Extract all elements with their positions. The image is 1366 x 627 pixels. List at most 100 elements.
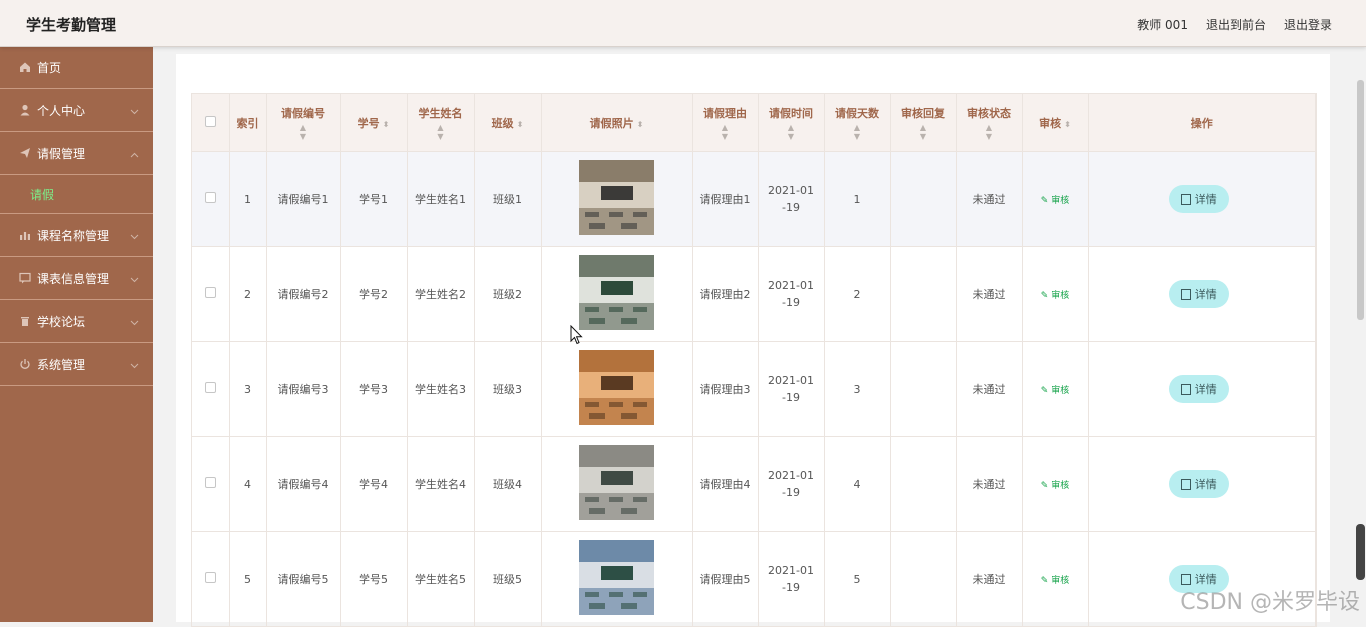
- sort-icon[interactable]: ▲ ▼: [761, 123, 822, 141]
- cell-time: 2021-01-19: [758, 151, 825, 247]
- sidebar-item-profile[interactable]: 个人中心: [0, 89, 153, 132]
- sort-icon[interactable]: ▲ ▼: [410, 123, 472, 141]
- main-panel: 索引 请假编号 ▲ ▼ 学号 ⬍ 学生姓名 ▲ ▼ 班级 ⬍ 请假照片 ⬍ 请假理由 ▲ ▼ 请假…: [176, 54, 1330, 627]
- cell-time-text: 2021-01-19: [768, 469, 814, 499]
- review-link[interactable]: ✎ 审核: [1041, 291, 1069, 301]
- review-link[interactable]: ✎ 审核: [1041, 576, 1069, 586]
- cell-leave-no: 请假编号5: [266, 531, 341, 626]
- cell-days: 3: [824, 341, 891, 437]
- message-icon: [18, 272, 31, 285]
- leave-photo-image: [579, 350, 654, 425]
- edit-icon: ✎: [1040, 195, 1052, 206]
- sidebar-item-leave-management[interactable]: 请假管理: [0, 132, 153, 175]
- cell-review: ✎ 审核: [1022, 151, 1089, 247]
- sidebar-item-home[interactable]: 首页: [0, 46, 153, 89]
- column-header-class[interactable]: 班级 ⬍: [474, 94, 542, 152]
- sort-icon[interactable]: ▲ ▼: [695, 123, 756, 141]
- chevron-up-icon: [130, 147, 139, 161]
- column-header-reply[interactable]: 审核回复 ▲ ▼: [890, 94, 957, 152]
- row-checkbox[interactable]: [204, 572, 216, 583]
- row-select-cell: [192, 341, 230, 437]
- sidebar-item-schedule-info[interactable]: 课表信息管理: [0, 257, 153, 300]
- review-link-label: 审核: [1051, 480, 1070, 491]
- cell-student-no: 学号3: [340, 341, 408, 437]
- cell-time-text: 2021-01-19: [768, 564, 814, 594]
- detail-button[interactable]: 详情: [1168, 375, 1229, 403]
- column-header-ops: 操作: [1088, 94, 1316, 152]
- sort-icon[interactable]: ▲ ▼: [959, 123, 1020, 141]
- row-checkbox[interactable]: [204, 192, 216, 203]
- select-all-checkbox[interactable]: [204, 115, 216, 127]
- detail-button[interactable]: 详情: [1168, 470, 1229, 498]
- current-user-label[interactable]: 教师 001: [1137, 16, 1188, 33]
- watermark: CSDN @米罗毕设: [1180, 590, 1360, 615]
- review-link[interactable]: ✎ 审核: [1041, 481, 1069, 491]
- cell-time: 2021-01-19: [758, 531, 825, 626]
- column-header-reason[interactable]: 请假理由 ▲ ▼: [692, 94, 759, 152]
- row-checkbox[interactable]: [204, 382, 216, 393]
- column-header-days[interactable]: 请假天数 ▲ ▼: [824, 94, 891, 152]
- sort-icon[interactable]: ▲ ▼: [893, 123, 954, 141]
- vertical-scrollbar[interactable]: [1356, 50, 1365, 610]
- sort-icon[interactable]: ⬍: [517, 120, 524, 129]
- column-header-label: 索引: [236, 116, 259, 130]
- review-link-label: 审核: [1051, 385, 1070, 396]
- column-header-student-no[interactable]: 学号 ⬍: [340, 94, 408, 152]
- row-select-cell: [192, 246, 230, 342]
- column-header-review[interactable]: 审核 ⬍: [1022, 94, 1089, 152]
- sidebar-subitem-leave[interactable]: 请假: [0, 175, 153, 214]
- cell-photo: [541, 436, 693, 532]
- review-link[interactable]: ✎ 审核: [1041, 196, 1069, 206]
- cell-reply: [890, 151, 957, 247]
- user-icon: [18, 104, 31, 117]
- exit-to-frontend-link[interactable]: 退出到前台: [1206, 16, 1266, 33]
- detail-button[interactable]: 详情: [1168, 185, 1229, 213]
- power-icon: [18, 358, 31, 371]
- cell-reply: [890, 531, 957, 626]
- detail-button-label: 详情: [1194, 288, 1217, 301]
- column-header-photo[interactable]: 请假照片 ⬍: [541, 94, 693, 152]
- cell-student-name: 学生姓名5: [407, 531, 475, 626]
- row-checkbox[interactable]: [204, 477, 216, 488]
- sort-icon[interactable]: ▲ ▼: [269, 123, 338, 141]
- cell-student-no: 学号1: [340, 151, 408, 247]
- sort-icon[interactable]: ⬍: [383, 120, 390, 129]
- sidebar-item-course-names[interactable]: 课程名称管理: [0, 214, 153, 257]
- cell-status: 未通过: [956, 246, 1023, 342]
- cell-student-no: 学号2: [340, 246, 408, 342]
- document-icon: [1180, 383, 1191, 395]
- row-select-cell: [192, 151, 230, 247]
- cell-student-name: 学生姓名2: [407, 246, 475, 342]
- cell-ops: 详情: [1088, 151, 1316, 247]
- sort-icon[interactable]: ⬍: [637, 120, 644, 129]
- sidebar-item-label: 个人中心: [37, 103, 86, 118]
- cell-reason: 请假理由1: [692, 151, 759, 247]
- scrollbar-thumb-secondary[interactable]: [1356, 524, 1365, 580]
- cell-index: 2: [229, 246, 267, 342]
- trash-icon: [18, 315, 31, 328]
- sidebar-item-system[interactable]: 系统管理: [0, 343, 153, 386]
- leave-photo-image: [579, 160, 654, 235]
- column-header-label: 审核回复: [901, 106, 945, 120]
- detail-button[interactable]: 详情: [1168, 280, 1229, 308]
- column-header-student-name[interactable]: 学生姓名 ▲ ▼: [407, 94, 475, 152]
- table-row: 5 请假编号5 学号5 学生姓名5 班级5 请假理由5 2021-01-19 5 未通过 ✎ 审核…: [192, 531, 1316, 626]
- sort-icon[interactable]: ▲ ▼: [827, 123, 888, 141]
- cell-class: 班级2: [474, 246, 542, 342]
- cell-leave-no: 请假编号3: [266, 341, 341, 437]
- review-link[interactable]: ✎ 审核: [1041, 386, 1069, 396]
- detail-button-label: 详情: [1194, 478, 1217, 491]
- sidebar-item-forum[interactable]: 学校论坛: [0, 300, 153, 343]
- column-header-leave-no[interactable]: 请假编号 ▲ ▼: [266, 94, 341, 152]
- column-header-status[interactable]: 审核状态 ▲ ▼: [956, 94, 1023, 152]
- cell-index: 3: [229, 341, 267, 437]
- column-header-time[interactable]: 请假时间 ▲ ▼: [758, 94, 825, 152]
- scrollbar-thumb[interactable]: [1357, 80, 1364, 320]
- sort-icon[interactable]: ⬍: [1064, 120, 1071, 129]
- column-header-label: 请假天数: [835, 106, 879, 120]
- cell-ops: 详情: [1088, 246, 1316, 342]
- top-links: 教师 001 退出到前台 退出登录: [1137, 16, 1332, 33]
- logout-link[interactable]: 退出登录: [1284, 16, 1332, 33]
- leave-photo-image: [579, 255, 654, 330]
- row-checkbox[interactable]: [204, 287, 216, 298]
